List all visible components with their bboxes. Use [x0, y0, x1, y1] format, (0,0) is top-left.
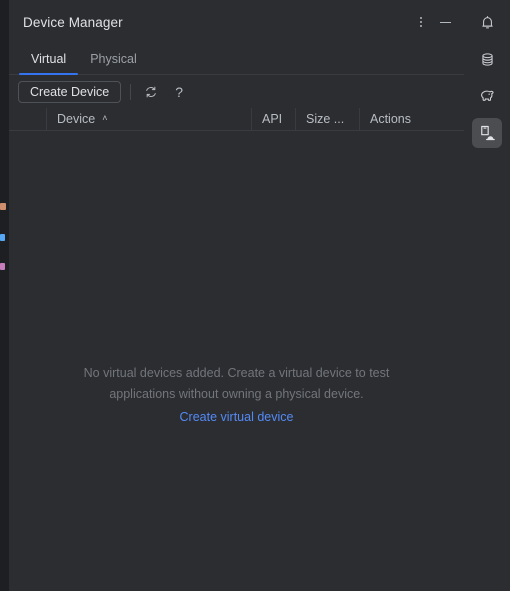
- page-title: Device Manager: [23, 14, 123, 30]
- column-header-actions[interactable]: Actions: [359, 108, 464, 130]
- minimize-icon: [439, 21, 451, 23]
- device-manager-icon: [481, 125, 495, 141]
- column-header-device[interactable]: Device ˄: [46, 108, 251, 130]
- more-options-button[interactable]: [410, 11, 432, 33]
- tab-virtual[interactable]: Virtual: [19, 44, 79, 75]
- tab-physical-label: Physical: [90, 52, 137, 66]
- tab-physical[interactable]: Physical: [78, 44, 149, 74]
- refresh-button[interactable]: [140, 81, 162, 103]
- editor-text-fragment: [0, 234, 5, 241]
- tool-window-panel: Device Manager Virtual Physical Create D…: [9, 0, 465, 591]
- create-device-button[interactable]: Create Device: [18, 80, 122, 103]
- empty-state-line-1: No virtual devices added. Create a virtu…: [83, 366, 390, 380]
- bell-icon: [481, 15, 493, 28]
- editor-background-sliver: [0, 0, 9, 591]
- stripe-button-device-manager[interactable]: [472, 118, 502, 148]
- device-manager-window: Device Manager Virtual Physical Create D…: [0, 0, 510, 591]
- toolbar-divider: [130, 83, 132, 100]
- column-header-api-label: API: [262, 112, 283, 126]
- help-icon: ?: [175, 83, 184, 100]
- column-header-actions-label: Actions: [370, 112, 411, 126]
- tool-window-header: Device Manager: [9, 0, 464, 44]
- action-toolbar: Create Device ?: [9, 75, 464, 108]
- database-icon: [481, 52, 493, 66]
- column-header-device-label: Device: [57, 112, 96, 126]
- column-header-size-label: Size ...: [306, 112, 345, 126]
- empty-state: No virtual devices added. Create a virtu…: [9, 363, 464, 426]
- column-header-size[interactable]: Size ...: [295, 108, 359, 130]
- editor-text-fragment: [0, 263, 5, 270]
- kebab-menu-icon: [420, 17, 422, 27]
- minimize-button[interactable]: [434, 11, 456, 33]
- help-button[interactable]: ?: [168, 81, 190, 103]
- refresh-icon: [146, 86, 156, 97]
- tab-virtual-label: Virtual: [31, 52, 67, 66]
- stripe-button-gradle[interactable]: [472, 81, 502, 111]
- create-virtual-device-link[interactable]: Create virtual device: [180, 410, 294, 424]
- tab-bar: Virtual Physical: [9, 44, 464, 75]
- stripe-button-database[interactable]: [472, 44, 502, 74]
- table-header-row: Device ˄ API Size ... Actions: [9, 108, 464, 131]
- device-table-body: No virtual devices added. Create a virtu…: [9, 131, 464, 591]
- gradle-elephant-icon: [481, 90, 494, 101]
- sort-ascending-icon: ˄: [102, 112, 108, 123]
- table-header-gutter: [9, 108, 46, 130]
- header-actions: [410, 0, 456, 44]
- right-tool-stripe: [464, 0, 510, 591]
- stripe-button-notifications[interactable]: [472, 7, 502, 37]
- editor-text-fragment: [0, 203, 6, 210]
- empty-state-line-2: applications without owning a physical d…: [109, 387, 364, 401]
- column-header-api[interactable]: API: [251, 108, 295, 130]
